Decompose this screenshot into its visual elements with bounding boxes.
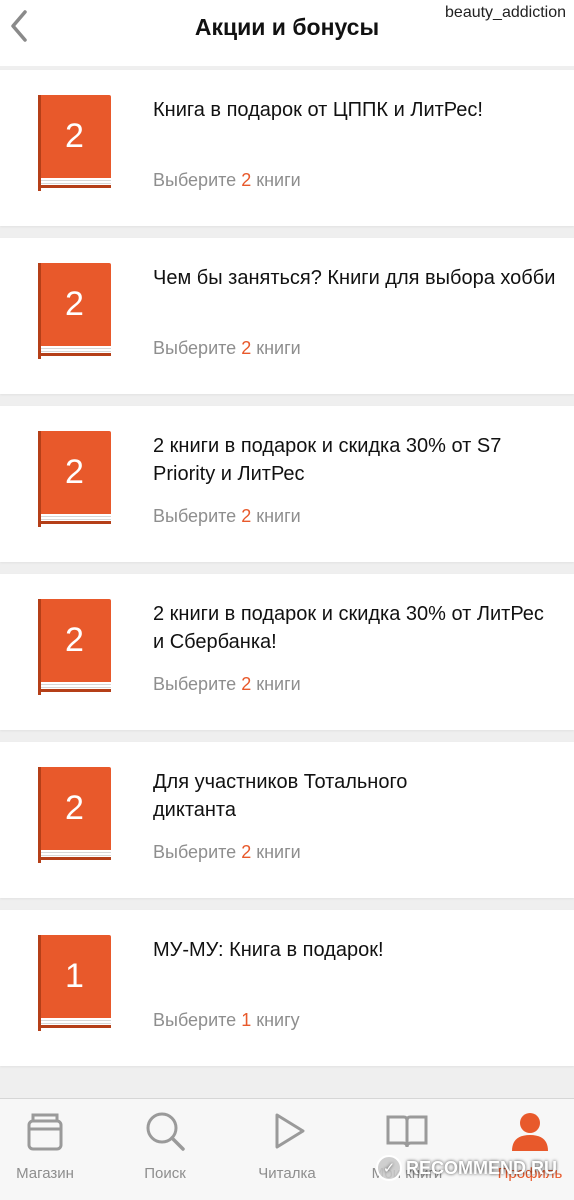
promo-count: 2	[241, 338, 252, 358]
promo-subtitle: Выберите 2 книги	[153, 170, 301, 190]
promo-count: 2	[241, 842, 252, 862]
tab-label: Поиск	[144, 1165, 186, 1182]
book-icon: 1	[38, 935, 111, 1031]
book-count: 2	[65, 285, 84, 323]
tab-label: Магазин	[16, 1165, 74, 1182]
tab-bar: Магазин Поиск Читалка Мои книги Профиль	[0, 1098, 574, 1200]
promo-subtitle: Выберите 2 книги	[153, 842, 301, 862]
play-icon	[275, 1113, 305, 1149]
promo-title: МУ-МУ: Книга в подарок!	[153, 939, 384, 961]
thumbs-up-icon: ✓	[376, 1155, 402, 1181]
promo-title: 2 книги в подарок и скидка 30% от S7 Pri…	[153, 435, 502, 485]
book-icon: 2	[38, 767, 111, 863]
promo-subtitle: Выберите 2 книги	[153, 338, 301, 358]
book-count: 2	[65, 789, 84, 827]
book-icon: 2	[38, 95, 111, 191]
promo-card[interactable]: 1 МУ-МУ: Книга в подарок! Выберите 1 кни…	[0, 910, 574, 1066]
store-icon	[27, 1113, 63, 1151]
book-count: 2	[65, 453, 84, 491]
promo-card[interactable]: 2 2 книги в подарок и скидка 30% от ЛитР…	[0, 574, 574, 730]
promo-count: 1	[241, 1010, 252, 1030]
promo-title: Для участников Тотального диктанта	[153, 771, 408, 821]
promo-card[interactable]: 2 Книга в подарок от ЦППК и ЛитРес! Выбе…	[0, 70, 574, 226]
promo-subtitle: Выберите 1 книгу	[153, 1010, 300, 1030]
promo-title: Книга в подарок от ЦППК и ЛитРес!	[153, 99, 483, 121]
book-count: 1	[65, 957, 84, 995]
book-count: 2	[65, 117, 84, 155]
watermark-username: beauty_addiction	[443, 4, 568, 22]
open-book-icon	[386, 1115, 428, 1148]
book-count: 2	[65, 621, 84, 659]
profile-icon	[512, 1113, 548, 1151]
site-watermark: ✓ RECOMMEND.RU	[376, 1152, 572, 1184]
promo-card[interactable]: 2 Чем бы заняться? Книги для выбора хобб…	[0, 238, 574, 394]
promo-count: 2	[241, 506, 252, 526]
promo-subtitle: Выберите 2 книги	[153, 674, 301, 694]
promo-list: 2 Книга в подарок от ЦППК и ЛитРес! Выбе…	[0, 70, 574, 1078]
book-icon: 2	[38, 263, 111, 359]
tab-label: Читалка	[258, 1165, 316, 1182]
promo-card[interactable]: 2 Для участников Тотального диктанта Выб…	[0, 742, 574, 898]
site-watermark-text: RECOMMEND.RU	[406, 1157, 557, 1178]
book-icon: 2	[38, 431, 111, 527]
promo-count: 2	[241, 170, 252, 190]
search-icon	[146, 1112, 185, 1151]
tab-search[interactable]: Поиск	[115, 1107, 215, 1187]
promo-card[interactable]: 2 2 книги в подарок и скидка 30% от S7 P…	[0, 406, 574, 562]
promo-title: Чем бы заняться? Книги для выбора хобби	[153, 267, 556, 289]
tab-store[interactable]: Магазин	[0, 1107, 95, 1187]
promo-title: 2 книги в подарок и скидка 30% от ЛитРес…	[153, 603, 544, 653]
header: Акции и бонусы beauty_addiction	[0, 0, 574, 66]
promo-subtitle: Выберите 2 книги	[153, 506, 301, 526]
promo-count: 2	[241, 674, 252, 694]
book-icon: 2	[38, 599, 111, 695]
tab-reader[interactable]: Читалка	[237, 1107, 337, 1187]
